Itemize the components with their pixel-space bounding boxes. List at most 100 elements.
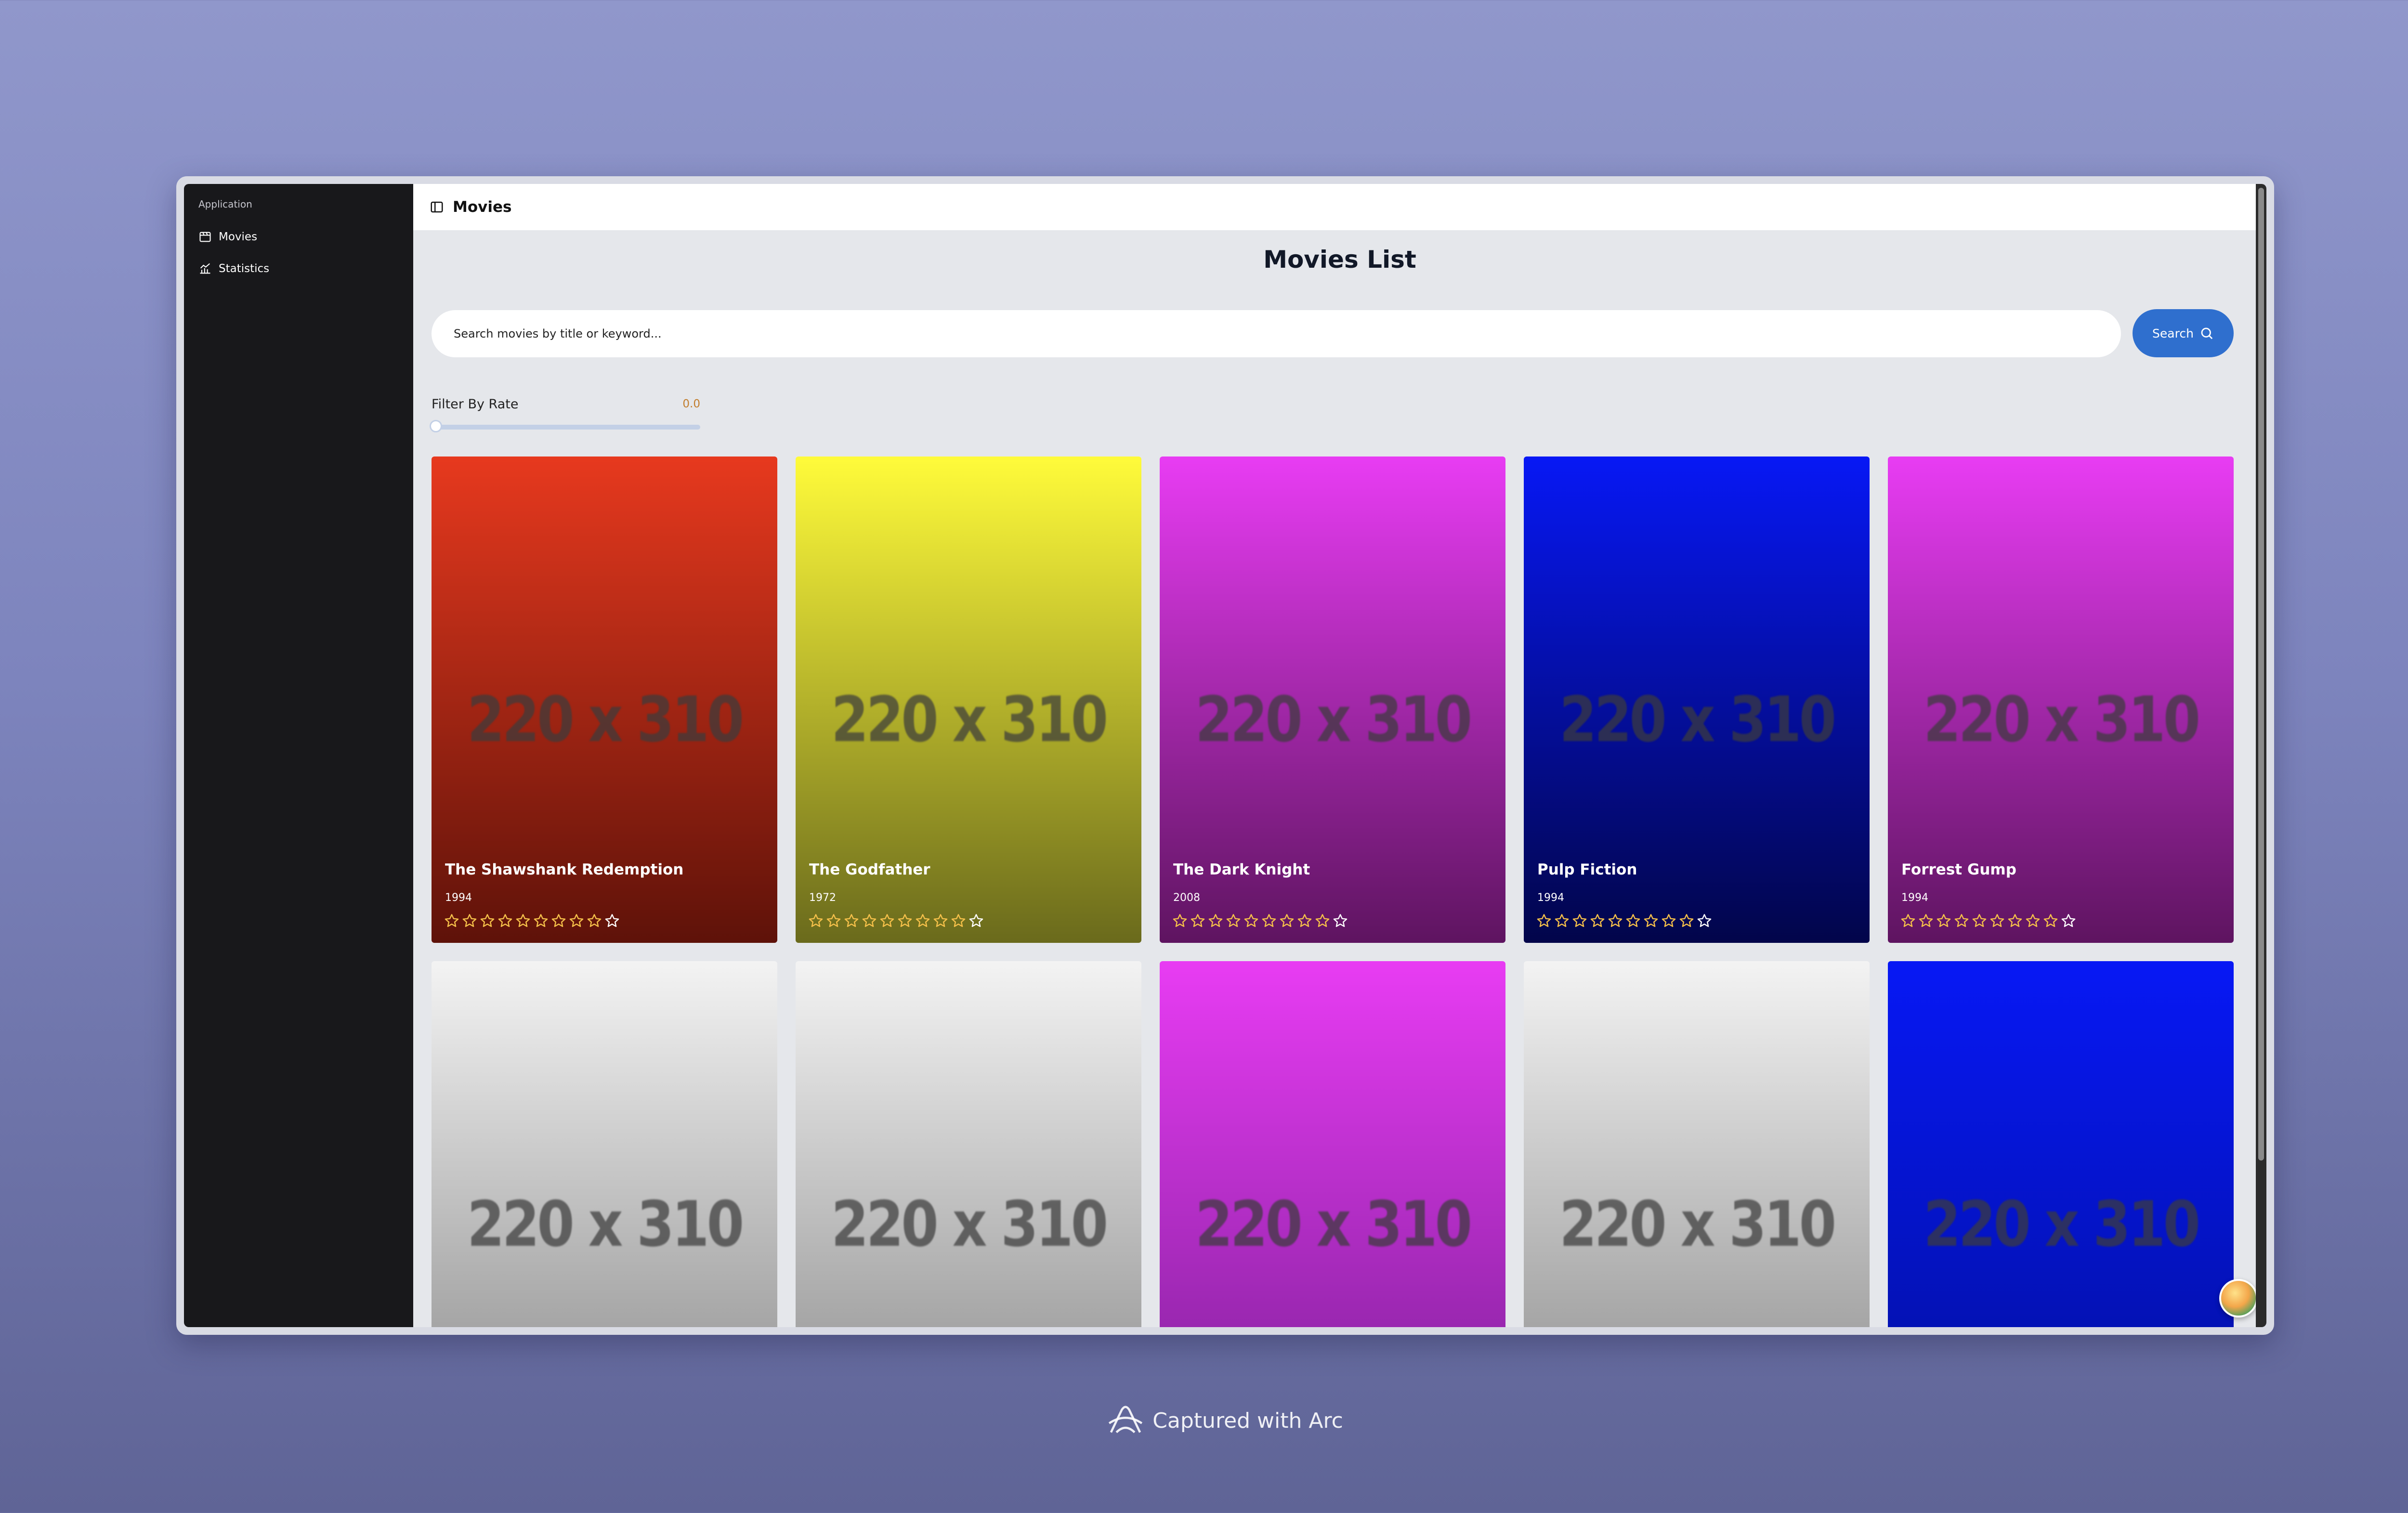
movie-card[interactable]: 220 x 310 — [432, 961, 777, 1327]
arc-logo-icon — [1109, 1406, 1143, 1434]
movie-title: The Godfather — [809, 861, 930, 878]
sidebar: Application Movies Statistics — [184, 184, 413, 1327]
star-icon — [1226, 914, 1241, 927]
star-icon — [809, 914, 823, 927]
poster-placeholder: 220 x 310 — [467, 683, 744, 756]
movie-rating — [1536, 913, 1712, 928]
star-icon — [605, 914, 619, 927]
star-icon — [1901, 914, 1915, 927]
star-icon — [933, 914, 948, 927]
star-icon — [862, 914, 877, 927]
chart-icon — [200, 263, 210, 274]
app-frame: Application Movies Statistics Movies Mov… — [184, 184, 2266, 1327]
poster-placeholder: 220 x 310 — [1195, 1187, 1472, 1261]
star-icon — [1333, 914, 1348, 927]
movie-grid: 220 x 310 The Shawshank Redemption 1994 220… — [432, 457, 2235, 1327]
star-icon — [1173, 914, 1187, 927]
star-icon — [534, 914, 548, 927]
movie-card[interactable]: 220 x 310 The Shawshank Redemption 1994 — [432, 457, 777, 943]
poster-placeholder: 220 x 310 — [1559, 1187, 1836, 1261]
star-icon — [1679, 914, 1694, 927]
star-icon — [1590, 914, 1605, 927]
movie-year: 1994 — [1537, 892, 1564, 904]
browser-window: Application Movies Statistics Movies Mov… — [176, 176, 2274, 1335]
search-icon — [2201, 327, 2213, 339]
poster-placeholder: 220 x 310 — [1195, 683, 1472, 756]
star-icon — [969, 914, 983, 927]
movie-rating — [808, 913, 984, 928]
star-icon — [1208, 914, 1223, 927]
star-icon — [1244, 914, 1258, 927]
movie-year: 1994 — [1901, 892, 1928, 904]
movie-year: 2008 — [1173, 892, 1200, 904]
poster-placeholder: 220 x 310 — [831, 683, 1108, 756]
page-title: Movies List — [1263, 246, 1416, 274]
star-icon — [1919, 914, 1933, 927]
sidebar-item-label: Movies — [219, 231, 258, 243]
star-icon — [1990, 914, 2004, 927]
arc-caption-text: Captured with Arc — [1152, 1408, 1343, 1433]
poster-placeholder: 220 x 310 — [1923, 1187, 2200, 1261]
movie-title: The Dark Knight — [1173, 861, 1310, 878]
star-icon — [569, 914, 584, 927]
assistant-avatar-button[interactable] — [2219, 1279, 2258, 1317]
star-icon — [1937, 914, 1951, 927]
movie-year: 1972 — [809, 892, 836, 904]
movie-card[interactable]: 220 x 310 The Godfather 1972 — [796, 457, 1141, 943]
star-icon — [1555, 914, 1569, 927]
movie-title: The Shawshank Redemption — [445, 861, 684, 878]
star-icon — [2043, 914, 2058, 927]
star-icon — [516, 914, 530, 927]
scrollbar[interactable] — [2256, 184, 2266, 1327]
movie-card[interactable]: 220 x 310 — [796, 961, 1141, 1327]
star-icon — [880, 914, 894, 927]
star-icon — [2061, 914, 2076, 927]
star-icon — [1315, 914, 1330, 927]
scroll-thumb[interactable] — [2258, 188, 2264, 1161]
movie-rating — [444, 913, 620, 928]
movie-card[interactable]: 220 x 310 — [1524, 961, 1870, 1327]
sidebar-item-movies[interactable]: Movies — [198, 226, 257, 248]
star-icon — [480, 914, 495, 927]
poster-placeholder: 220 x 310 — [1923, 683, 2200, 756]
star-icon — [1972, 914, 1987, 927]
sidebar-toggle-icon[interactable] — [430, 200, 444, 214]
movie-card[interactable]: 220 x 310 Pulp Fiction 1994 — [1524, 457, 1870, 943]
movie-card[interactable]: 220 x 310 — [1888, 961, 2234, 1327]
star-icon — [1644, 914, 1658, 927]
star-icon — [587, 914, 602, 927]
star-icon — [1697, 914, 1712, 927]
star-icon — [1626, 914, 1640, 927]
star-icon — [551, 914, 566, 927]
star-icon — [1662, 914, 1676, 927]
topbar-title: Movies — [453, 198, 512, 216]
star-icon — [1537, 914, 1551, 927]
star-icon — [1608, 914, 1623, 927]
star-icon — [844, 914, 859, 927]
movie-rating — [1900, 913, 2076, 928]
movie-title: Forrest Gump — [1901, 861, 2016, 878]
main-content: Movies Movies List Search Filter By Rate… — [413, 184, 2266, 1327]
poster-placeholder: 220 x 310 — [467, 1187, 744, 1261]
star-icon — [951, 914, 966, 927]
star-icon — [2008, 914, 2022, 927]
search-input[interactable] — [432, 310, 2121, 357]
star-icon — [1280, 914, 1294, 927]
film-icon — [199, 232, 211, 242]
star-icon — [445, 914, 459, 927]
topbar: Movies — [413, 184, 2266, 230]
movie-card[interactable]: 220 x 310 Forrest Gump 1994 — [1888, 457, 2234, 943]
poster-placeholder: 220 x 310 — [831, 1187, 1108, 1261]
filter-label: Filter By Rate — [432, 397, 519, 412]
rate-slider[interactable] — [430, 420, 700, 432]
slider-thumb[interactable] — [430, 420, 442, 432]
movie-card[interactable]: 220 x 310 The Dark Knight 2008 — [1160, 457, 1505, 943]
star-icon — [898, 914, 912, 927]
star-icon — [826, 914, 841, 927]
star-icon — [916, 914, 930, 927]
sidebar-item-statistics[interactable]: Statistics — [198, 258, 269, 279]
star-icon — [2026, 914, 2040, 927]
search-button[interactable]: Search — [2133, 309, 2234, 357]
sidebar-group-label: Application — [198, 198, 252, 210]
movie-card[interactable]: 220 x 310 — [1160, 961, 1505, 1327]
